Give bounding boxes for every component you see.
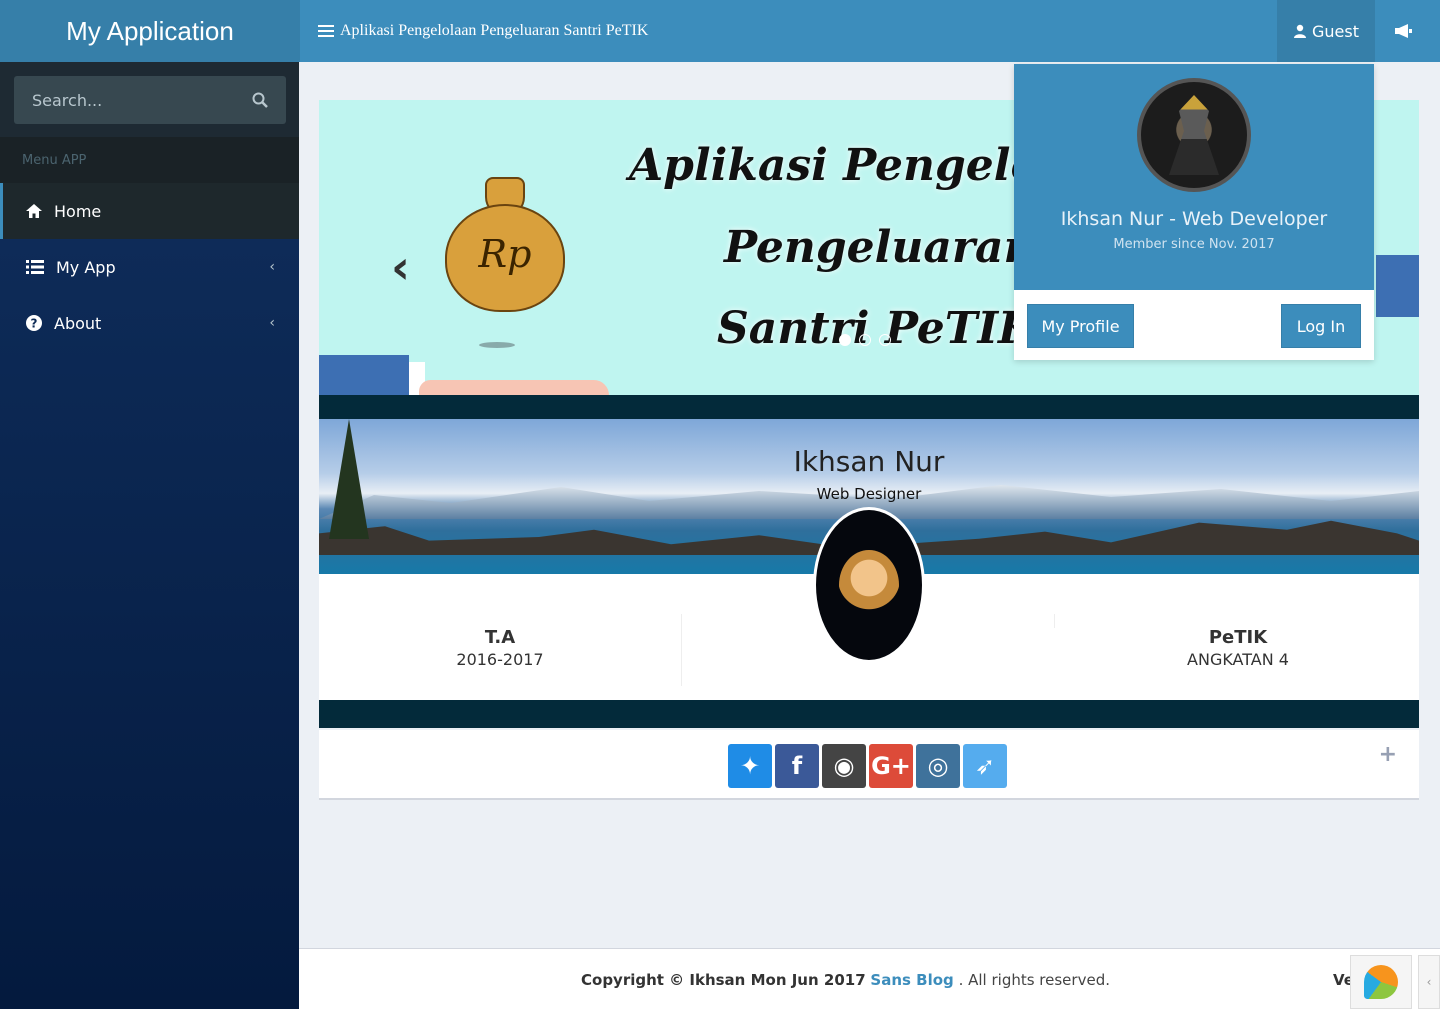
sidebar-toggle-icon[interactable] [318,25,334,37]
yii-debug-button[interactable] [1350,955,1412,1009]
github-button[interactable]: ◉ [822,744,866,788]
stat-header: T.A [484,627,516,648]
user-icon [1294,24,1306,38]
sidebar-item-label: Home [54,201,102,221]
chevron-left-icon: ‹ [269,259,275,275]
facebook-icon: f [791,752,803,780]
banner-line-3: Santri PeTIK [717,303,1037,354]
banner-line-1: Aplikasi Pengelo [629,140,1040,191]
expand-plus-icon[interactable]: + [1379,742,1397,767]
sidebar-search: Search... [0,62,299,137]
divider-band [319,700,1419,728]
home-icon [26,204,42,218]
search-placeholder: Search... [32,90,103,110]
sidebar-item-home[interactable]: Home [0,183,299,239]
user-header: Ikhsan Nur - Web Developer Member since … [1014,64,1374,290]
sidebar-item-label: My App [56,257,116,277]
banner-sleeve [319,355,409,395]
search-input[interactable]: Search... [14,76,286,124]
footer-link[interactable]: Sans Blog [870,971,953,989]
megaphone-icon [1395,24,1412,38]
my-profile-button[interactable]: My Profile [1027,304,1134,348]
instagram-button[interactable]: ◎ [916,744,960,788]
carousel-dot[interactable] [879,334,891,346]
github-icon: ◉ [833,752,855,780]
member-since: Member since Nov. 2017 [1113,237,1275,252]
stat-value: 2016-2017 [456,650,544,669]
search-icon[interactable] [252,92,268,108]
stat-ta: T.A 2016-2017 [319,627,681,669]
main-header: My Application Aplikasi Pengelolaan Peng… [0,0,1440,62]
debug-toggle-icon[interactable]: ‹ [1418,955,1440,1009]
stat-petik: PeTIK ANGKATAN 4 [1057,627,1419,669]
dropbox-button[interactable]: ✦ [728,744,772,788]
banner-line-2: Pengeluaran [724,222,1036,273]
user-menu-label: Guest [1312,21,1359,41]
user-avatar [1137,78,1251,192]
twitter-icon: ➶ [974,752,996,780]
instagram-icon: ◎ [927,752,949,780]
google-plus-button[interactable]: G+ [869,744,913,788]
widget-user-name: Ikhsan Nur [793,445,945,478]
carousel-indicators [839,334,891,346]
sidebar: Search... Menu APP Home My App ‹ ? About… [0,62,299,1009]
divider-band [319,395,1419,419]
stat-header: PeTIK [1208,627,1268,648]
twitter-button[interactable]: ➶ [963,744,1007,788]
main-footer: Copyright © Ikhsan Mon Jun 2017 Sans Blo… [299,948,1440,1009]
stat-value: ANGKATAN 4 [1187,650,1289,669]
sidebar-item-my-app[interactable]: My App ‹ [0,239,299,295]
widget-user-role: Web Designer [816,485,922,503]
page-title: Aplikasi Pengelolaan Pengeluaran Santri … [318,0,648,62]
sidebar-item-label: About [54,313,102,333]
dropbox-icon: ✦ [739,752,761,780]
user-dropdown: Ikhsan Nur - Web Developer Member since … [1014,64,1374,360]
google-plus-icon: G+ [871,752,911,780]
user-menu-button[interactable]: Guest [1277,0,1375,62]
app-logo[interactable]: My Application [0,0,300,62]
yii-logo-icon [1364,965,1398,999]
user-name: Ikhsan Nur - Web Developer [1060,208,1328,230]
notifications-button[interactable] [1378,0,1428,62]
svg-text:?: ? [31,317,38,331]
copyright-prefix: Copyright © Ikhsan Mon Jun 2017 [581,971,866,989]
facebook-button[interactable]: f [775,744,819,788]
carousel-dot[interactable] [839,334,851,346]
carousel-prev-icon[interactable]: ‹ [391,240,410,294]
money-bag-icon: Rp [445,162,565,312]
profile-widget: Ikhsan Nur Web Designer T.A 2016-2017 Pe… [319,419,1419,700]
copyright: Copyright © Ikhsan Mon Jun 2017 Sans Blo… [581,971,1110,989]
copyright-suffix: . All rights reserved. [958,971,1110,989]
carousel-dot[interactable] [859,334,871,346]
social-box: ✦ f ◉ G+ ◎ ➶ + [319,730,1419,800]
log-in-button[interactable]: Log In [1281,304,1361,348]
widget-avatar [813,507,925,663]
chevron-left-icon: ‹ [269,315,275,331]
list-icon [26,260,44,274]
sidebar-item-about[interactable]: ? About ‹ [0,295,299,351]
banner-hand [419,380,609,395]
menu-header: Menu APP [0,137,299,183]
question-circle-icon: ? [26,315,42,331]
bag-label: Rp [478,232,532,276]
page-title-text: Aplikasi Pengelolaan Pengeluaran Santri … [340,22,649,39]
